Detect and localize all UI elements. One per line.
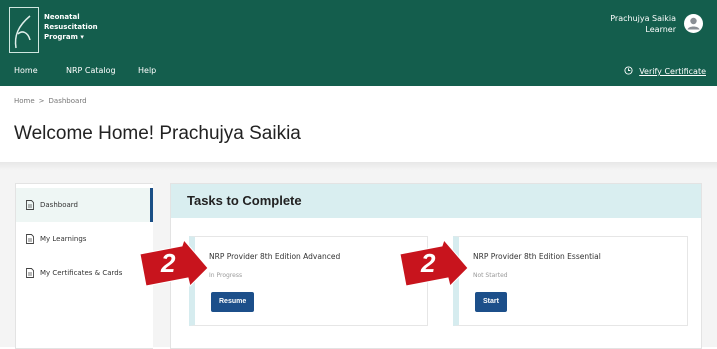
callout-number: 2 [421,248,436,278]
nrp-logo-icon[interactable] [9,7,39,53]
document-icon [26,234,34,244]
sidebar-item-dashboard[interactable]: Dashboard [16,188,153,222]
brand-line-2: Resuscitation [44,23,98,31]
brand-line-3: Program ▾ [44,32,98,42]
main-nav: Home NRP Catalog Help Verify Certificate [0,58,717,86]
resume-button[interactable]: Resume [211,292,255,312]
left-gutter [0,183,15,347]
verify-certificate-link[interactable]: Verify Certificate [624,66,706,76]
course-title: NRP Provider 8th Edition Essential [473,252,601,261]
start-button[interactable]: Start [475,292,507,312]
breadcrumb: Home > Dashboard [14,97,87,105]
callout-marker: 2 [396,240,468,288]
sidebar-item-my-learnings[interactable]: My Learnings [16,222,153,256]
verify-certificate-label: Verify Certificate [639,67,706,76]
document-icon [26,200,34,210]
tasks-header: Tasks to Complete [171,184,701,218]
nav-home[interactable]: Home [14,66,38,75]
sidebar-item-my-certificates[interactable]: My Certificates & Cards [16,256,153,290]
course-card-advanced: NRP Provider 8th Edition Advanced In Pro… [189,236,428,326]
brand-name[interactable]: Neonatal Resuscitation Program ▾ [44,12,98,42]
clock-icon [624,66,633,75]
sidebar-item-label: Dashboard [40,201,78,209]
course-status: In Progress [209,272,243,279]
course-status: Not Started [473,272,508,279]
user-menu[interactable]: Prachujya Saikia Learner [610,13,676,35]
user-role: Learner [645,25,676,34]
breadcrumb-current: Dashboard [48,97,87,105]
nav-help[interactable]: Help [138,66,156,75]
sidebar: Dashboard My Learnings My Certificates &… [15,183,153,349]
divider [0,162,717,170]
callout-marker: 2 [136,240,208,288]
user-avatar-icon[interactable] [684,14,703,33]
course-title: NRP Provider 8th Edition Advanced [209,252,341,261]
page-title: Welcome Home! Prachujya Saikia [14,123,301,144]
nav-nrp-catalog[interactable]: NRP Catalog [66,66,116,75]
document-icon [26,268,34,278]
chevron-down-icon[interactable]: ▾ [80,33,84,41]
tasks-title: Tasks to Complete [187,193,302,208]
course-card-essential: NRP Provider 8th Edition Essential Not S… [453,236,688,326]
brand-line-3-text: Program [44,33,78,41]
sidebar-item-label: My Certificates & Cards [40,269,123,277]
breadcrumb-separator: > [38,97,45,105]
top-header: Neonatal Resuscitation Program ▾ Prachuj… [0,0,717,58]
breadcrumb-home[interactable]: Home [14,97,35,105]
brand-line-1: Neonatal [44,13,80,21]
sidebar-item-label: My Learnings [40,235,87,243]
callout-number: 2 [161,248,176,278]
user-name: Prachujya Saikia [610,14,676,23]
